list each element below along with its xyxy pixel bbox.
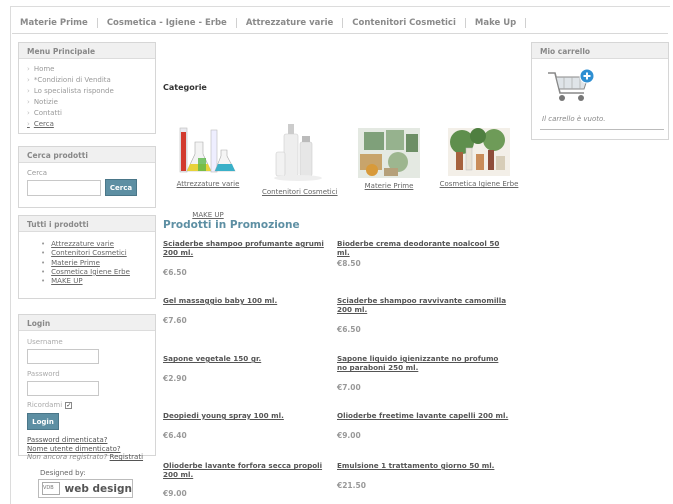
menu-item-cerca[interactable]: › Cerca <box>27 119 147 130</box>
promo-product: Sciaderbe shampoo ravvivante camomilla 2… <box>337 296 509 334</box>
promo-title: Prodotti in Promozione <box>163 219 300 231</box>
product-category-link[interactable]: • Contenitori Cosmetici <box>41 249 147 258</box>
cosmetic-containers-image <box>274 124 322 181</box>
promo-product: Bioderbe crema deodorante noalcool 50 ml… <box>337 239 509 268</box>
product-category-link[interactable]: • MAKE UP <box>41 277 147 286</box>
menu-item-condizioni[interactable]: › *Condizioni di Vendita <box>27 75 147 86</box>
product-category-link[interactable]: • Attrezzature varie <box>41 240 147 249</box>
product-price: €9.00 <box>163 489 187 498</box>
login-title: Login <box>19 315 155 331</box>
product-name-link[interactable]: Bioderbe crema deodorante noalcool 50 ml… <box>337 239 509 257</box>
product-category-link[interactable]: • Materie Prime <box>41 259 147 268</box>
forgot-password-link[interactable]: Password dimenticata? <box>27 436 147 445</box>
main-menu-box: Menu Principale › Home › *Condizioni di Ve… <box>18 42 156 134</box>
raw-materials-image <box>358 128 420 178</box>
category-attrezzature[interactable]: Attrezzature varie <box>175 124 241 188</box>
cart-title: Mio carrello <box>532 43 668 59</box>
search-label: Cerca <box>27 169 48 177</box>
all-products-title: Tutti i prodotti <box>19 216 155 232</box>
category-label[interactable]: MAKE UP <box>188 211 228 219</box>
herbal-cosmetics-image <box>448 128 510 176</box>
promo-product: Gel massaggio baby 100 ml. €7.60 <box>163 296 335 325</box>
nav-cosmetica-igiene-erbe[interactable]: Cosmetica - Igiene - Erbe <box>98 17 237 28</box>
nav-attrezzature-varie[interactable]: Attrezzature varie <box>237 17 344 28</box>
all-products-box: Tutti i prodotti • Attrezzature varie • Co… <box>18 215 156 299</box>
main-menu-title: Menu Principale <box>19 43 155 59</box>
cart-box: Mio carrello Il carrello è vuoto. <box>531 42 669 140</box>
cart-divider <box>540 129 664 130</box>
register-link[interactable]: Registrati <box>110 453 144 461</box>
product-price: €2.90 <box>163 374 187 383</box>
category-materie-prime[interactable]: Materie Prime <box>356 126 422 190</box>
product-price: €8.50 <box>337 259 361 268</box>
product-name-link[interactable]: Olioderbe freetime lavante capelli 200 m… <box>337 411 509 420</box>
designed-by-label: Designed by: <box>40 469 86 477</box>
shopping-cart-icon <box>548 68 595 101</box>
password-label: Password <box>27 370 60 378</box>
nav-materie-prime[interactable]: Materie Prime <box>12 17 98 28</box>
vdb-logo-image: VDB <box>42 482 60 495</box>
remember-checkbox[interactable]: ✓ <box>65 401 73 409</box>
promo-product: Olioderbe freetime lavante capelli 200 m… <box>337 411 509 440</box>
not-registered-text: Non ancora registrato? <box>27 453 108 461</box>
menu-item-contatti[interactable]: › Contatti <box>27 108 147 119</box>
product-price: €9.00 <box>337 431 361 440</box>
category-label[interactable]: Materie Prime <box>356 182 422 190</box>
product-name-link[interactable]: Deopiedi young spray 100 ml. <box>163 411 335 420</box>
category-label[interactable]: Attrezzature varie <box>175 180 241 188</box>
product-price: €21.50 <box>337 481 366 490</box>
top-navigation: Materie Prime Cosmetica - Igiene - Erbe … <box>12 12 668 34</box>
username-label: Username <box>27 338 63 346</box>
forgot-username-link[interactable]: Nome utente dimenticato? <box>27 445 147 454</box>
promo-product: Sapone vegetale 150 gr. €2.90 <box>163 354 335 383</box>
product-price: €7.60 <box>163 316 187 325</box>
remember-row: Ricordami ✓ <box>27 401 147 409</box>
promo-product: Sapone liquido igienizzante no profumo n… <box>337 354 509 392</box>
nav-make-up[interactable]: Make Up <box>466 17 527 28</box>
product-name-link[interactable]: Sciaderbe shampoo profumante agrumi 200 … <box>163 239 335 257</box>
username-input[interactable] <box>27 349 99 364</box>
web-design-text: web design <box>64 482 132 495</box>
product-name-link[interactable]: Gel massaggio baby 100 ml. <box>163 296 335 305</box>
product-price: €6.50 <box>163 268 187 277</box>
remember-label: Ricordami <box>27 401 63 409</box>
product-category-link[interactable]: • Cosmetica Igiene Erbe <box>41 268 147 277</box>
product-name-link[interactable]: Sapone vegetale 150 gr. <box>163 354 335 363</box>
promo-product: Olioderbe lavante forfora secca propoli … <box>163 461 335 498</box>
search-box: Cerca prodotti Cerca Cerca <box>18 146 156 208</box>
promo-product: Emulsione 1 trattamento giorno 50 ml. €2… <box>337 461 509 490</box>
product-name-link[interactable]: Emulsione 1 trattamento giorno 50 ml. <box>337 461 509 470</box>
cart-empty-text: Il carrello è vuoto. <box>542 115 606 123</box>
lab-glassware-image <box>179 127 236 173</box>
menu-item-specialista[interactable]: › Lo specialista risponde <box>27 86 147 97</box>
product-name-link[interactable]: Sapone liquido igienizzante no profumo n… <box>337 354 509 372</box>
product-price: €6.50 <box>337 325 361 334</box>
product-name-link[interactable]: Olioderbe lavante forfora secca propoli … <box>163 461 335 479</box>
login-box: Login Username Password Ricordami ✓ Logi… <box>18 314 156 461</box>
product-price: €6.40 <box>163 431 187 440</box>
category-label[interactable]: Cosmetica Igiene Erbe <box>438 180 520 188</box>
register-row: Non ancora registrato? Registrati <box>27 453 147 462</box>
promo-product: Deopiedi young spray 100 ml. €6.40 <box>163 411 335 440</box>
category-cosmetica[interactable]: Cosmetica Igiene Erbe <box>438 126 520 188</box>
all-products-list: • Attrezzature varie • Contenitori Cosmeti… <box>19 232 155 286</box>
promo-product: Sciaderbe shampoo profumante agrumi 200 … <box>163 239 335 277</box>
nav-contenitori-cosmetici[interactable]: Contenitori Cosmetici <box>343 17 466 28</box>
search-input[interactable] <box>27 179 101 196</box>
product-price: €7.00 <box>337 383 361 392</box>
category-contenitori[interactable]: Contenitori Cosmetici <box>262 122 338 196</box>
web-design-badge[interactable]: VDB web design <box>38 479 133 498</box>
search-box-title: Cerca prodotti <box>19 147 155 163</box>
main-menu-list: › Home › *Condizioni di Vendita › Lo specia… <box>19 59 155 135</box>
category-label[interactable]: Contenitori Cosmetici <box>262 188 338 196</box>
category-make-up[interactable]: MAKE UP <box>188 211 228 219</box>
search-button[interactable]: Cerca <box>105 179 137 196</box>
product-name-link[interactable]: Sciaderbe shampoo ravvivante camomilla 2… <box>337 296 509 314</box>
password-input[interactable] <box>27 381 99 396</box>
menu-item-notizie[interactable]: › Notizie <box>27 97 147 108</box>
menu-item-home[interactable]: › Home <box>27 64 147 75</box>
categories-title: Categorie <box>163 83 207 92</box>
login-button[interactable]: Login <box>27 413 59 430</box>
